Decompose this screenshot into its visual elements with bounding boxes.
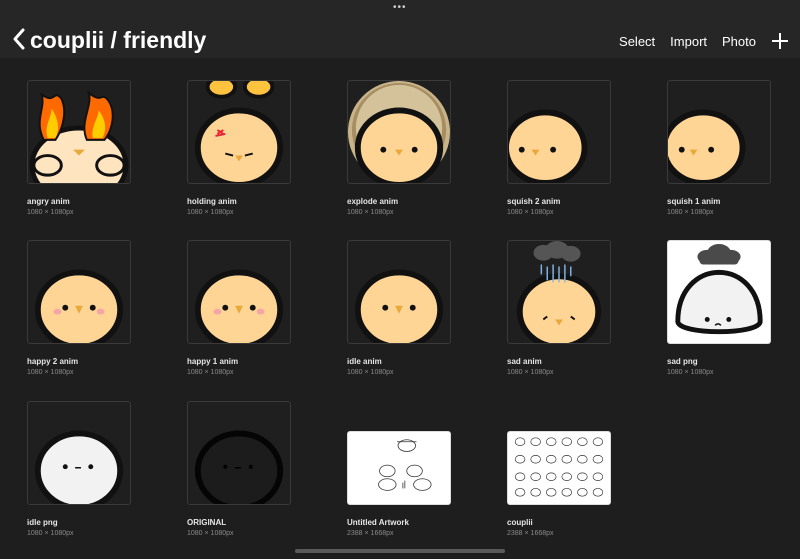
home-indicator[interactable] bbox=[295, 549, 505, 553]
artwork-thumbnail[interactable] bbox=[27, 80, 131, 184]
artwork-name: happy 1 anim bbox=[187, 357, 239, 366]
artwork-thumbnail[interactable] bbox=[187, 240, 291, 344]
artwork-size: 1080 × 1080px bbox=[667, 209, 714, 216]
artwork-name: idle png bbox=[27, 518, 58, 527]
artwork-name: couplii bbox=[507, 518, 533, 527]
artwork-thumbnail[interactable] bbox=[507, 240, 611, 344]
artwork-name: explode anim bbox=[347, 197, 399, 206]
artwork-card[interactable]: angry anim 1080 × 1080px bbox=[27, 80, 131, 216]
artwork-card[interactable]: squish 1 anim 1080 × 1080px bbox=[667, 80, 771, 216]
artwork-card[interactable]: idle anim 1080 × 1080px bbox=[347, 240, 451, 376]
artwork-name: sad png bbox=[667, 357, 698, 366]
top-bar: ••• couplii / friendly Select Import Pho… bbox=[0, 0, 800, 58]
artwork-name: squish 2 anim bbox=[507, 197, 561, 206]
artwork-size: 1080 × 1080px bbox=[507, 209, 554, 216]
artwork-name: sad anim bbox=[507, 357, 542, 366]
more-dots-icon[interactable]: ••• bbox=[393, 3, 407, 13]
artwork-name: happy 2 anim bbox=[27, 357, 79, 366]
artwork-card[interactable]: couplii 2388 × 1668px bbox=[507, 401, 611, 537]
artwork-thumbnail[interactable] bbox=[667, 240, 771, 344]
artwork-size: 1080 × 1080px bbox=[187, 209, 234, 216]
artwork-size: 1080 × 1080px bbox=[667, 369, 714, 376]
artwork-card[interactable]: squish 2 anim 1080 × 1080px bbox=[507, 80, 611, 216]
artwork-size: 2388 × 1668px bbox=[507, 530, 554, 537]
artwork-card[interactable]: sad anim 1080 × 1080px bbox=[507, 240, 611, 376]
artwork-card[interactable]: explode anim 1080 × 1080px bbox=[347, 80, 451, 216]
toolbar-actions: Select Import Photo bbox=[604, 33, 788, 49]
artwork-size: 1080 × 1080px bbox=[27, 369, 74, 376]
artwork-card[interactable]: happy 2 anim 1080 × 1080px bbox=[27, 240, 131, 376]
artwork-name: angry anim bbox=[27, 197, 70, 206]
artwork-thumbnail[interactable] bbox=[507, 80, 611, 184]
artwork-card[interactable]: idle png 1080 × 1080px bbox=[27, 401, 131, 537]
artwork-name: holding anim bbox=[187, 197, 237, 206]
artwork-size: 1080 × 1080px bbox=[27, 209, 74, 216]
artwork-size: 1080 × 1080px bbox=[187, 530, 234, 537]
chevron-left-icon[interactable] bbox=[10, 27, 30, 53]
artwork-size: 1080 × 1080px bbox=[507, 369, 554, 376]
artwork-size: 1080 × 1080px bbox=[347, 369, 394, 376]
artwork-thumbnail[interactable] bbox=[27, 240, 131, 344]
artwork-size: 1080 × 1080px bbox=[27, 530, 74, 537]
artwork-thumbnail[interactable] bbox=[187, 401, 291, 505]
artwork-name: idle anim bbox=[347, 357, 382, 366]
artwork-name: ORIGINAL bbox=[187, 518, 227, 527]
artwork-card[interactable]: Untitled Artwork 2388 × 1668px bbox=[347, 401, 451, 537]
photo-button[interactable]: Photo bbox=[722, 34, 756, 49]
artwork-card[interactable]: happy 1 anim 1080 × 1080px bbox=[187, 240, 291, 376]
artwork-thumbnail[interactable] bbox=[507, 431, 611, 505]
artwork-card[interactable]: ORIGINAL 1080 × 1080px bbox=[187, 401, 291, 537]
plus-icon[interactable] bbox=[772, 33, 788, 49]
artwork-size: 1080 × 1080px bbox=[187, 369, 234, 376]
artwork-thumbnail[interactable] bbox=[347, 431, 451, 505]
artwork-thumbnail[interactable] bbox=[347, 240, 451, 344]
select-button[interactable]: Select bbox=[619, 34, 655, 49]
page-title: couplii / friendly bbox=[30, 27, 207, 53]
artwork-name: squish 1 anim bbox=[667, 197, 721, 206]
import-button[interactable]: Import bbox=[670, 34, 707, 49]
artwork-thumbnail[interactable] bbox=[347, 80, 451, 184]
artwork-thumbnail[interactable] bbox=[187, 80, 291, 184]
artwork-card[interactable]: holding anim 1080 × 1080px bbox=[187, 80, 291, 216]
artwork-size: 2388 × 1668px bbox=[347, 530, 394, 537]
artwork-name: Untitled Artwork bbox=[347, 518, 409, 527]
artwork-thumbnail[interactable] bbox=[27, 401, 131, 505]
artwork-card[interactable]: sad png 1080 × 1080px bbox=[667, 240, 771, 376]
artwork-thumbnail[interactable] bbox=[667, 80, 771, 184]
artwork-size: 1080 × 1080px bbox=[347, 209, 394, 216]
